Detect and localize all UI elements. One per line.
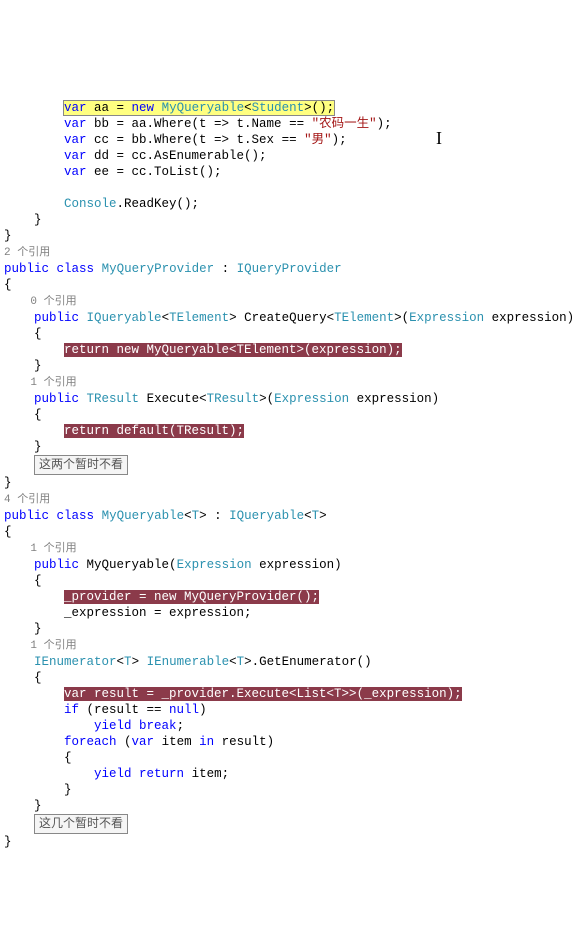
line-31: _expression = expression; (4, 606, 252, 620)
text-cursor: I (436, 130, 442, 146)
line-41: yield return item; (4, 767, 229, 781)
line-14: public IQueryable<TElement> CreateQuery<… (4, 311, 574, 325)
line-32: } (4, 622, 42, 636)
line-30: _provider = new MyQueryProvider(); (4, 590, 319, 604)
line-11: public class MyQueryProvider : IQueryPro… (4, 262, 342, 276)
annotation-box-2: 这几个暂时不看 (34, 814, 128, 834)
line-21: return default(TResult); (4, 424, 244, 438)
codelens-4[interactable]: 4 个引用 (4, 494, 50, 506)
line-5: var ee = cc.ToList(); (4, 165, 222, 179)
line-1: var aa = new MyQueryable<Student>(); (4, 101, 334, 115)
line-28: public MyQueryable(Expression expression… (4, 558, 342, 572)
codelens-3[interactable]: 1 个引用 (4, 377, 77, 389)
line-17: } (4, 359, 42, 373)
line-15: { (4, 327, 42, 341)
line-35: { (4, 671, 42, 685)
codelens-2[interactable]: 0 个引用 (4, 296, 77, 308)
line-12: { (4, 278, 12, 292)
line-29: { (4, 574, 42, 588)
codelens-6[interactable]: 1 个引用 (4, 640, 77, 652)
line-2: var bb = aa.Where(t => t.Name == "农码一生")… (4, 117, 392, 131)
line-34: IEnumerator<T> IEnumerable<T>.GetEnumera… (4, 655, 372, 669)
line-38: yield break; (4, 719, 184, 733)
line-40: { (4, 751, 72, 765)
line-42: } (4, 783, 72, 797)
line-44: } (4, 835, 12, 849)
annotation-box-1: 这两个暂时不看 (34, 455, 128, 475)
codelens-1[interactable]: 2 个引用 (4, 247, 50, 259)
line-22: } (4, 440, 42, 454)
line-39: foreach (var item in result) (4, 735, 274, 749)
line-9: } (4, 229, 12, 243)
line-4: var dd = cc.AsEnumerable(); (4, 149, 267, 163)
line-37: if (result == null) (4, 703, 207, 717)
line-19: public TResult Execute<TResult>(Expressi… (4, 392, 439, 406)
line-43: } (4, 799, 42, 813)
line-23: } (4, 476, 12, 490)
line-7: Console.ReadKey(); (4, 197, 199, 211)
line-20: { (4, 408, 42, 422)
code-editor: I var aa = new MyQueryable<Student>(); v… (4, 68, 576, 850)
line-8: } (4, 213, 42, 227)
line-26: { (4, 525, 12, 539)
line-3: var cc = bb.Where(t => t.Sex == "男"); (4, 133, 347, 147)
line-36: var result = _provider.Execute<List<T>>(… (4, 687, 462, 701)
line-16: return new MyQueryable<TElement>(express… (4, 343, 402, 357)
codelens-5[interactable]: 1 个引用 (4, 543, 77, 555)
line-25: public class MyQueryable<T> : IQueryable… (4, 509, 327, 523)
